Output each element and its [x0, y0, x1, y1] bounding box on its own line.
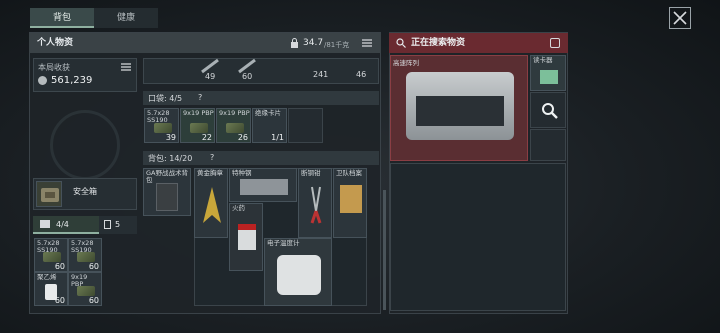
pocket-item[interactable]: 绝缘卡片 1/1 — [252, 108, 287, 143]
magnifier-icon — [542, 103, 558, 119]
backpack-item[interactable]: 电子温度计 — [264, 238, 332, 306]
ammo-icon — [77, 252, 95, 262]
item-name: 9x19 PBP — [183, 109, 214, 117]
tab-health[interactable]: 健康 — [94, 8, 158, 28]
close-icon[interactable] — [669, 7, 691, 29]
pockets-help-icon[interactable]: ? — [198, 93, 202, 102]
item-count: 60 — [54, 262, 65, 271]
gunpowder-icon — [238, 224, 256, 250]
document-icon — [104, 220, 111, 229]
personal-title: 个人物资 — [37, 38, 74, 48]
menu-icon[interactable] — [362, 39, 372, 47]
ammo-icon — [226, 123, 244, 133]
safe-tab-docs-label: 5 — [115, 220, 121, 229]
safe-box-label: 安全箱 — [73, 187, 97, 196]
search-slot[interactable] — [530, 92, 566, 128]
item-count: 26 — [237, 133, 248, 142]
item-name: 绝缘卡片 — [255, 109, 281, 117]
safe-box-icon — [36, 181, 62, 207]
item-count: 60 — [54, 296, 65, 305]
medal-icon — [203, 187, 221, 223]
item-name: 断钢钳 — [301, 169, 321, 177]
item-name: GA野战战术背包 — [146, 169, 188, 184]
ammo-icon — [43, 252, 61, 262]
bolt-cutter-icon — [310, 186, 322, 224]
weight-lock-icon — [290, 38, 299, 48]
safe-item[interactable]: 9x19 PBP 60 — [68, 272, 102, 306]
item-name: 9x19 PBP — [219, 109, 250, 117]
backpack-item[interactable]: 特种钢 — [229, 168, 297, 202]
tab-backpack[interactable]: 背包 — [30, 8, 94, 28]
item-name: 特种钢 — [232, 169, 252, 177]
item-count: 60 — [88, 262, 99, 271]
empty-slot[interactable] — [530, 129, 566, 161]
empty-slot[interactable] — [288, 108, 323, 143]
search-item[interactable]: 读卡器 — [530, 55, 566, 91]
item-name: 读卡器 — [533, 56, 553, 64]
item-name: 黄金胸章 — [197, 169, 223, 177]
backpack-item[interactable]: 火药 — [229, 203, 263, 271]
income-menu-icon[interactable] — [121, 63, 131, 71]
item-count: 22 — [201, 133, 212, 142]
info-icon[interactable] — [550, 38, 560, 48]
card-reader-icon — [540, 70, 558, 84]
steel-icon — [240, 179, 288, 195]
search-title: 正在搜索物资 — [411, 38, 466, 48]
income-value: 561,239 — [51, 75, 93, 86]
item-name: 电子温度计 — [267, 239, 300, 247]
backpack-item[interactable]: 黄金胸章 — [194, 168, 228, 238]
item-count: 60 — [88, 296, 99, 305]
safe-item[interactable]: 5.7x28 SS190 60 — [68, 238, 102, 272]
pocket-item[interactable]: 5.7x28 SS190 39 — [144, 108, 179, 143]
safe-item[interactable]: 5.7x28 SS190 60 — [34, 238, 68, 272]
server-panel — [416, 96, 504, 126]
emblem-icon — [50, 110, 120, 180]
weight-current: 34.7 — [303, 38, 324, 48]
scrollbar[interactable] — [383, 190, 386, 310]
item-name: 火药 — [232, 204, 245, 212]
item-count: 39 — [165, 133, 176, 142]
safe-item[interactable]: 聚乙烯 60 — [34, 272, 68, 306]
thermometer-icon — [277, 255, 321, 295]
pockets-label: 口袋: 4/5 — [148, 94, 183, 103]
safe-tab-ammo-label: 4/4 — [56, 220, 69, 229]
search-icon — [396, 38, 406, 48]
backpack-item[interactable]: GA野战战术背包 — [143, 168, 191, 216]
weapon-count: 60 — [242, 72, 253, 81]
backpack-item[interactable]: 断钢钳 — [298, 168, 332, 238]
file-icon — [340, 185, 362, 213]
income-label: 本局收获 — [38, 63, 70, 72]
backpack-help-icon[interactable]: ? — [210, 153, 214, 162]
item-name: 5.7x28 SS190 — [147, 109, 170, 124]
pocket-item[interactable]: 9x19 PBP 22 — [180, 108, 215, 143]
item-name: 高速阵列 — [393, 59, 419, 67]
ammo-icon — [77, 286, 95, 296]
briefcase-icon — [40, 220, 50, 228]
backpack-label: 背包: 14/20 — [148, 154, 193, 163]
weight-max: /81千克 — [324, 41, 350, 49]
ammo-icon — [154, 123, 172, 133]
backpack-icon — [156, 183, 178, 211]
coin-icon — [38, 76, 47, 85]
helmet-count: 46 — [356, 70, 367, 79]
backpack-item[interactable]: 卫队档案 — [333, 168, 367, 238]
search-empty-grid — [390, 163, 566, 311]
item-count: 1/1 — [271, 133, 284, 142]
ammo-icon — [190, 123, 208, 133]
item-name: 聚乙烯 — [37, 273, 57, 281]
pocket-item[interactable]: 9x19 PBP 26 — [216, 108, 251, 143]
item-name: 卫队档案 — [336, 169, 362, 177]
armor-count: 241 — [313, 70, 329, 79]
weapon-count: 49 — [205, 72, 216, 81]
